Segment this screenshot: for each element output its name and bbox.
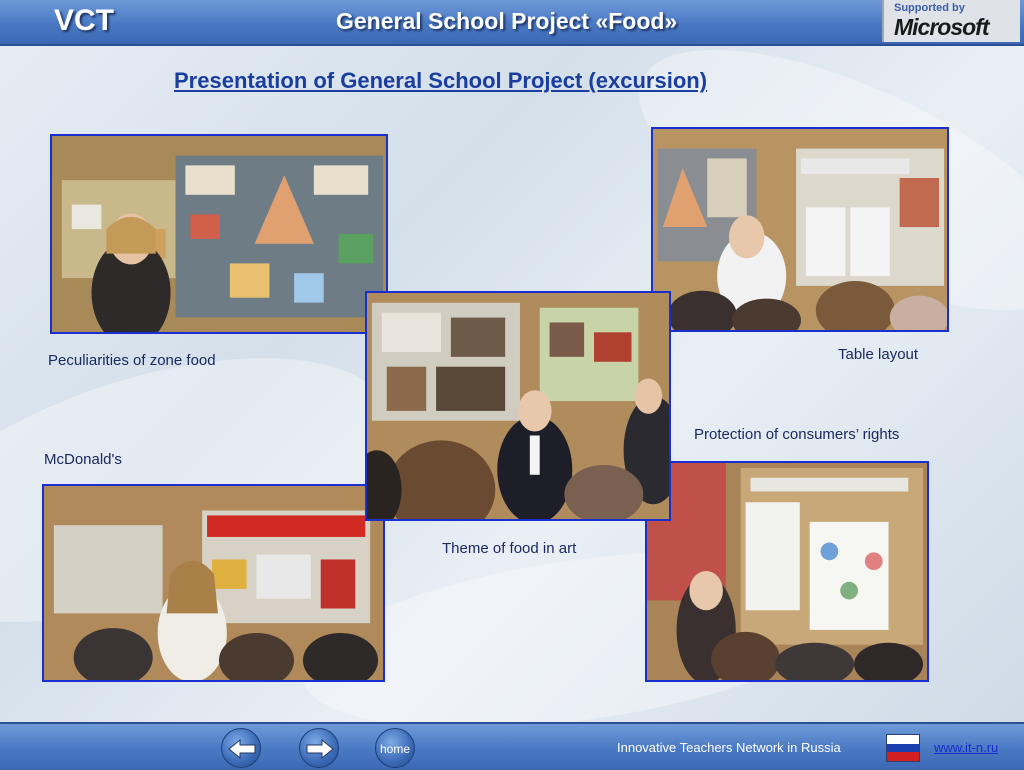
microsoft-logo: Supported by Microsoft: [882, 0, 1020, 42]
caption-food-in-art: Theme of food in art: [442, 540, 577, 557]
header-bar: VCT General School Project «Food» Suppor…: [0, 0, 1024, 46]
microsoft-wordmark: Microsoft: [894, 14, 989, 40]
caption-zone-food: Peculiarities of zone food: [48, 352, 216, 369]
footer-bar: home Innovative Teachers Network in Russ…: [0, 722, 1024, 770]
arrow-left-icon: [228, 738, 256, 760]
site-link[interactable]: www.it-n.ru: [934, 740, 998, 755]
photo-table-layout: [651, 127, 949, 332]
network-label: Innovative Teachers Network in Russia: [617, 740, 841, 755]
russia-flag-icon: [886, 734, 920, 762]
forward-button[interactable]: [299, 728, 339, 768]
photo-consumers-rights: [645, 461, 929, 682]
back-button[interactable]: [221, 728, 261, 768]
supported-by-label: Supported by: [894, 2, 965, 14]
caption-mcdonalds: McDonald's: [44, 451, 122, 468]
header-title: General School Project «Food»: [336, 8, 678, 34]
caption-consumers-rights: Protection of consumers’ rights: [694, 426, 900, 443]
photo-mcdonalds: [42, 484, 385, 682]
slide-subtitle: Presentation of General School Project (…: [174, 68, 708, 93]
photo-zone-food: [50, 134, 388, 334]
caption-table-layout: Table layout: [838, 346, 919, 363]
home-button[interactable]: home: [375, 728, 415, 768]
photo-food-in-art: [365, 291, 671, 521]
arrow-right-icon: [306, 738, 334, 760]
vct-logo: VCT: [54, 4, 114, 37]
